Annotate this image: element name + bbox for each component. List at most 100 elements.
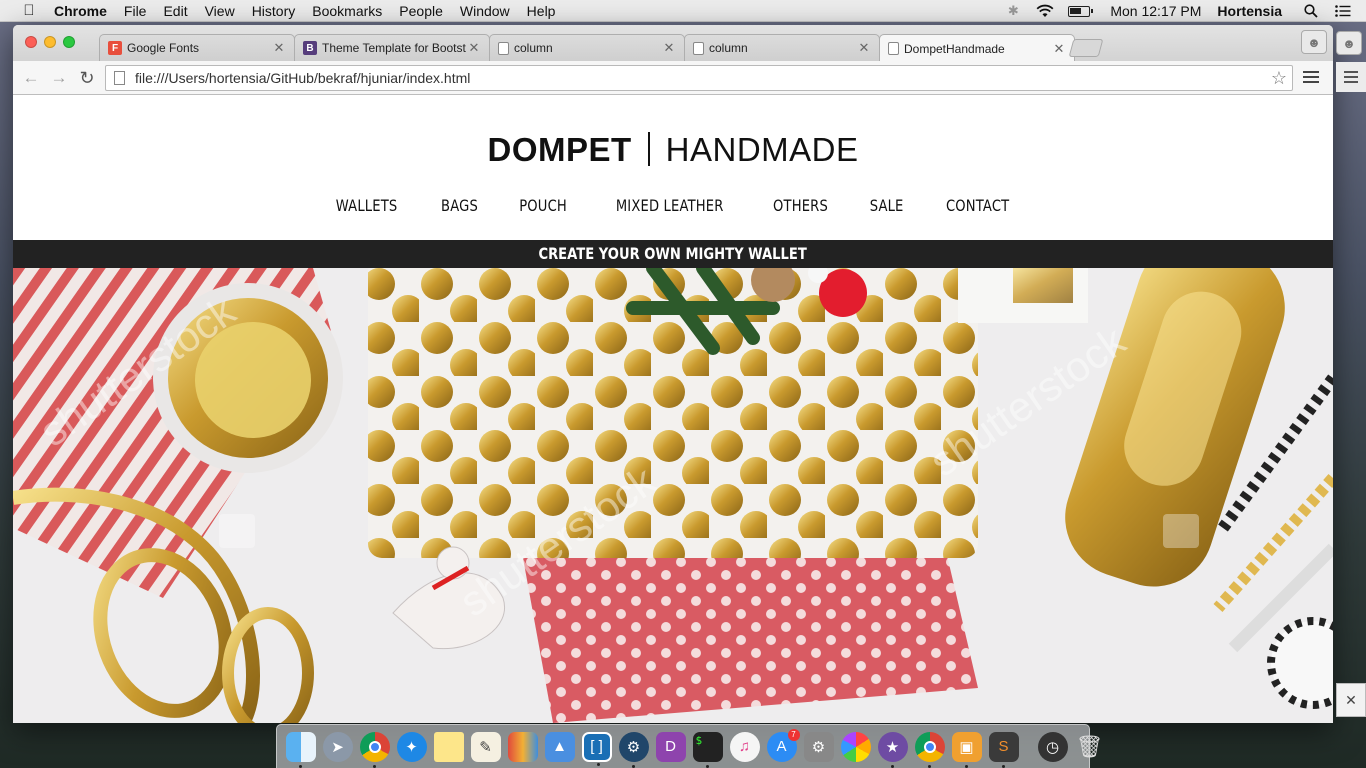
tab-dompet-handmade[interactable]: DompetHandmade ✕	[879, 34, 1075, 62]
textedit-icon[interactable]: ✎	[470, 731, 501, 762]
nav-bags[interactable]: BAGS	[441, 196, 478, 215]
menu-people[interactable]: People	[399, 3, 443, 19]
tab-theme-template[interactable]: B Theme Template for Bootst ✕	[294, 34, 490, 61]
wifi-icon[interactable]	[1036, 4, 1054, 18]
page-icon	[114, 71, 125, 85]
menubar-clock[interactable]: Mon 12:17 PM	[1110, 3, 1201, 19]
nav-others[interactable]: OTHERS	[773, 196, 828, 215]
bookmark-star-icon[interactable]: ☆	[1266, 68, 1292, 89]
safari-icon[interactable]: ✦	[396, 731, 427, 762]
chrome-window: F Google Fonts ✕ B Theme Template for Bo…	[13, 25, 1333, 723]
photos-icon[interactable]	[840, 731, 871, 762]
nav-sale[interactable]: SALE	[870, 196, 904, 215]
notes-icon[interactable]	[433, 731, 464, 762]
nav-mixed-leather[interactable]: MIXED LEATHER	[616, 196, 724, 215]
tab-close-icon[interactable]: ✕	[1052, 41, 1066, 57]
image-editor-icon[interactable]: ▣	[951, 731, 982, 768]
document-icon	[498, 41, 509, 55]
battery-icon[interactable]	[1068, 5, 1094, 17]
google-fonts-icon: F	[108, 41, 122, 55]
menubar-status-area: ✱ Mon 12:17 PM Hortensia	[990, 0, 1366, 22]
keynote-icon[interactable]	[507, 731, 538, 762]
address-bar[interactable]: file:///Users/hortensia/GitHub/bekraf/hj…	[105, 65, 1293, 91]
back-arrow-icon[interactable]: ←	[19, 66, 43, 90]
spotlight-search-icon[interactable]	[1302, 4, 1320, 18]
tab-title: column	[709, 41, 748, 55]
bootstrap-icon: B	[303, 41, 317, 55]
macos-dock: ➤ ✦ ✎ ▲ [ ] ⚙ D $ ♫ A7 ⚙ ★ ▣ S ◷ 🗑	[276, 724, 1103, 768]
site-nav: WALLETS BAGS POUCH MIXED LEATHER OTHERS …	[13, 196, 1333, 215]
finder-icon[interactable]	[285, 731, 316, 768]
browser-toolbar: ← → ↻ file:///Users/hortensia/GitHub/bek…	[13, 61, 1333, 95]
logo-bold-text: DOMPET	[487, 131, 632, 168]
tab-column-1[interactable]: column ✕	[489, 34, 685, 61]
window-close-button[interactable]	[25, 36, 37, 48]
new-tab-button[interactable]	[1068, 39, 1104, 57]
menu-file[interactable]: File	[124, 3, 147, 19]
window-controls	[25, 36, 82, 48]
tab-close-icon[interactable]: ✕	[467, 40, 481, 56]
menu-help[interactable]: Help	[527, 3, 556, 19]
chrome-menu-icon[interactable]	[1303, 69, 1319, 85]
github-icon[interactable]: ★	[877, 731, 908, 768]
app-store-icon[interactable]: A7	[766, 728, 800, 762]
download-bar-close-icon[interactable]: ✕	[1336, 683, 1366, 717]
nav-pouch[interactable]: POUCH	[519, 196, 567, 215]
apple-menu-icon[interactable]: 	[18, 2, 40, 19]
notification-center-icon[interactable]	[1334, 4, 1352, 18]
chrome-canary-icon[interactable]	[914, 731, 945, 768]
preview-icon[interactable]: ▲	[544, 731, 575, 762]
hero-illustration: shutterstock shutterstock shutterstock	[13, 268, 1333, 723]
macos-menubar:  Chrome File Edit View History Bookmark…	[0, 0, 1366, 22]
tab-strip: F Google Fonts ✕ B Theme Template for Bo…	[13, 25, 1333, 62]
tab-close-icon[interactable]: ✕	[272, 40, 286, 56]
menu-view[interactable]: View	[205, 3, 235, 19]
launchpad-icon[interactable]: ➤	[322, 731, 353, 762]
menubar-user[interactable]: Hortensia	[1217, 3, 1282, 19]
promo-banner: CREATE YOUR OWN MIGHTY WALLET	[13, 240, 1333, 268]
background-window-profile-icon[interactable]: ☻	[1336, 31, 1362, 55]
tab-title: column	[514, 41, 553, 55]
logo-divider	[647, 132, 650, 166]
reload-icon[interactable]: ↻	[75, 66, 99, 90]
hero-image: shutterstock shutterstock shutterstock	[13, 268, 1333, 723]
tab-close-icon[interactable]: ✕	[857, 40, 871, 56]
system-preferences-icon[interactable]: ⚙	[803, 731, 834, 762]
menu-window[interactable]: Window	[460, 3, 510, 19]
document-icon	[693, 41, 704, 55]
site-logo[interactable]: DOMPET HANDMADE	[13, 131, 1333, 169]
web-page: DOMPET HANDMADE WALLETS BAGS POUCH MIXED …	[13, 95, 1333, 723]
sublime-text-icon[interactable]: S	[988, 731, 1019, 768]
menu-history[interactable]: History	[252, 3, 296, 19]
menu-edit[interactable]: Edit	[163, 3, 187, 19]
terminal-icon[interactable]: $	[692, 731, 723, 768]
nav-contact[interactable]: CONTACT	[946, 196, 1009, 215]
tab-title: DompetHandmade	[904, 41, 1005, 56]
brackets-icon[interactable]: [ ]	[581, 731, 612, 766]
window-minimize-button[interactable]	[44, 36, 56, 48]
bluetooth-icon[interactable]: ✱	[1004, 3, 1022, 18]
profile-icon[interactable]: ☻	[1301, 30, 1327, 54]
dash-icon[interactable]: D	[655, 731, 686, 762]
tab-close-icon[interactable]: ✕	[662, 40, 676, 56]
background-window-menu-icon[interactable]	[1336, 62, 1366, 92]
nav-wallets[interactable]: WALLETS	[336, 196, 398, 215]
trash-icon[interactable]: 🗑	[1075, 732, 1105, 762]
tab-title: Google Fonts	[127, 41, 200, 55]
tab-title: Theme Template for Bootst	[322, 41, 466, 55]
sourcetree-icon[interactable]: ⚙	[618, 731, 649, 768]
forward-arrow-icon[interactable]: →	[47, 66, 71, 90]
tab-google-fonts[interactable]: F Google Fonts ✕	[99, 34, 295, 61]
menu-app-name[interactable]: Chrome	[54, 3, 107, 19]
menu-bookmarks[interactable]: Bookmarks	[312, 3, 382, 19]
chrome-icon[interactable]	[359, 731, 390, 768]
logo-light-text: HANDMADE	[665, 131, 859, 168]
tab-column-2[interactable]: column ✕	[684, 34, 880, 61]
document-icon	[888, 42, 899, 55]
itunes-icon[interactable]: ♫	[729, 731, 760, 762]
clock-widget-icon[interactable]: ◷	[1037, 731, 1068, 762]
window-zoom-button[interactable]	[63, 36, 75, 48]
url-text[interactable]: file:///Users/hortensia/GitHub/bekraf/hj…	[135, 70, 1266, 86]
app-store-badge: 7	[787, 728, 800, 741]
banner-text: CREATE YOUR OWN MIGHTY WALLET	[538, 244, 808, 263]
